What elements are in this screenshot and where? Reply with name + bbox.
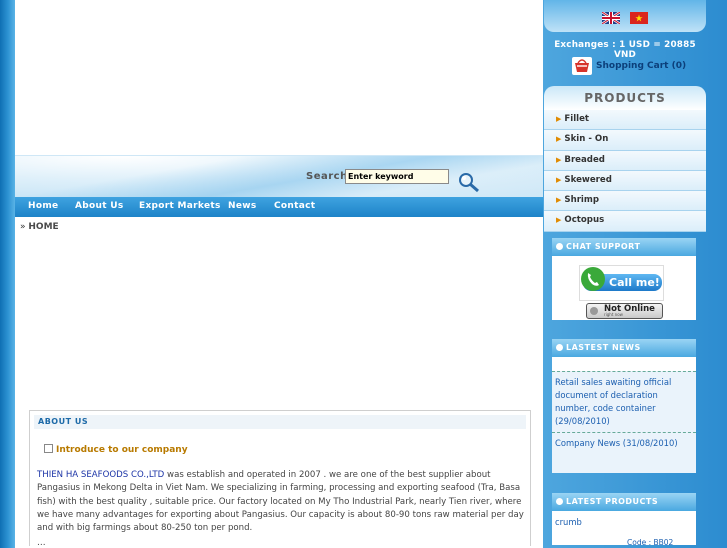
latest-news-panel: LASTEST NEWS Retail sales awaiting offic… — [552, 339, 696, 473]
bullet-icon — [556, 498, 563, 505]
product-label: Skin - On — [564, 134, 609, 145]
news-list: Retail sales awaiting official document … — [552, 371, 696, 473]
news-item[interactable]: Retail sales awaiting official document … — [552, 371, 696, 432]
about-section: ABOUT US Introduce to our company THIEN … — [29, 410, 531, 548]
nav-contact[interactable]: Contact — [274, 201, 315, 211]
arrow-right-icon: ▶ — [556, 115, 562, 123]
shopping-cart-link[interactable]: Shopping Cart (0) — [596, 61, 686, 71]
arrow-right-icon: ▶ — [556, 135, 562, 144]
vietnam-flag-icon[interactable] — [630, 12, 648, 24]
uk-flag-icon[interactable] — [602, 12, 620, 24]
news-item[interactable]: Company News (31/08/2010) — [552, 432, 696, 454]
products-list: ▶ Fillet ▶ Skin - On ▶ Breaded ▶ Skewered ▶ S… — [544, 110, 706, 232]
call-me-button[interactable]: Call me! — [579, 265, 664, 301]
latest-product-code: Code : BB02 — [627, 538, 674, 547]
breadcrumb: » HOME — [20, 222, 59, 232]
offline-icon — [590, 307, 598, 315]
product-label: Shrimp — [564, 195, 599, 206]
arrow-right-icon: ▶ — [556, 155, 562, 164]
right-sidebar: Exchanges : 1 USD = 20885 VND Shopping C… — [543, 0, 707, 547]
product-label: Octopus — [564, 215, 605, 226]
search-label: Search — [306, 171, 348, 182]
call-me-label: Call me! — [609, 276, 660, 289]
bullet-icon — [44, 444, 53, 453]
search-icon[interactable] — [456, 171, 482, 193]
nav-home[interactable]: Home — [28, 201, 58, 211]
product-item-skewered[interactable]: ▶ Skewered — [544, 170, 706, 192]
banner-area — [15, 0, 543, 155]
chat-support-title: CHAT SUPPORT — [566, 242, 641, 251]
chat-support-heading: CHAT SUPPORT — [552, 238, 696, 256]
arrow-right-icon: ▶ — [556, 175, 562, 184]
about-heading: ABOUT US — [34, 415, 526, 429]
latest-products-heading: LATEST PRODUCTS — [552, 493, 696, 511]
arrow-right-icon: ▶ — [556, 216, 562, 225]
nav-news[interactable]: News — [228, 201, 257, 211]
status-sublabel: right now — [604, 312, 623, 317]
bullet-icon — [556, 344, 563, 351]
product-label: Breaded — [564, 154, 605, 165]
search-bar: Search Enter keyword — [15, 155, 543, 198]
latest-products-title: LATEST PRODUCTS — [566, 497, 659, 506]
nav-export-markets[interactable]: Export Markets — [139, 201, 221, 211]
intro-heading: Introduce to our company — [44, 444, 188, 455]
latest-product-item[interactable]: crumb — [555, 517, 582, 527]
nav-about-us[interactable]: About Us — [75, 201, 124, 211]
chat-support-panel: CHAT SUPPORT Call me! Not Online right n… — [552, 238, 696, 320]
shopping-cart-icon[interactable] — [571, 56, 593, 76]
products-heading: PRODUCTS — [544, 86, 706, 110]
search-input[interactable]: Enter keyword — [345, 169, 449, 184]
product-item-skin-on[interactable]: ▶ Skin - On — [544, 130, 706, 151]
product-item-shrimp[interactable]: ▶ Shrimp — [544, 191, 706, 212]
intro-title: Introduce to our company — [56, 445, 188, 455]
latest-news-title: LASTEST NEWS — [566, 343, 641, 352]
more-link[interactable]: ... — [37, 538, 46, 548]
latest-products-panel: LATEST PRODUCTS crumb Code : BB02 — [552, 493, 696, 547]
product-item-octopus[interactable]: ▶ Octopus — [544, 211, 706, 232]
product-item-fillet[interactable]: ▶ Fillet — [544, 110, 706, 131]
exchange-rate: Exchanges : 1 USD = 20885 VND — [554, 40, 696, 60]
main-nav: Home About Us Export Markets News Contac… — [15, 197, 543, 217]
breadcrumb-separator: » — [20, 222, 26, 232]
product-label: Fillet — [564, 114, 590, 124]
phone-icon — [581, 267, 605, 291]
about-paragraph: THIEN HA SEAFOODS CO.,LTD was establish … — [37, 469, 525, 535]
language-panel — [544, 0, 706, 32]
arrow-right-icon: ▶ — [556, 196, 562, 205]
breadcrumb-current[interactable]: HOME — [28, 222, 58, 232]
online-status-badge: Not Online right now — [586, 303, 663, 319]
latest-news-heading: LASTEST NEWS — [552, 339, 696, 357]
company-name: THIEN HA SEAFOODS CO.,LTD — [37, 470, 165, 480]
product-item-breaded[interactable]: ▶ Breaded — [544, 150, 706, 171]
product-label: Skewered — [564, 174, 612, 185]
bullet-icon — [556, 243, 563, 250]
main-content: Search Enter keyword Home About Us Expor… — [15, 0, 543, 548]
